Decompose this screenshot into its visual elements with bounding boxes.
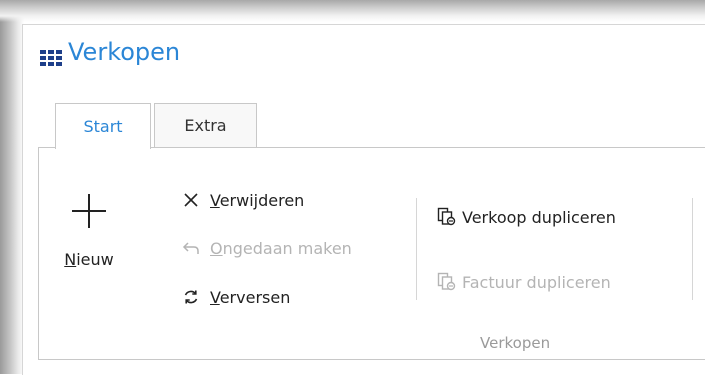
page-title: Verkopen [40,38,180,66]
undo-button-label: Ongedaan maken [210,238,352,258]
duplicate-sale-button[interactable]: Verkoop dupliceren [436,207,616,227]
duplicate-invoice-label: Factuur dupliceren [462,272,611,292]
undo-icon [180,238,202,258]
undo-button[interactable]: Ongedaan maken [180,238,352,258]
new-button-label: Nieuw [64,250,114,269]
ribbon-group-label: Verkopen [480,334,551,352]
ribbon-tabs: Start Extra [55,103,257,149]
refresh-icon [180,287,202,307]
ribbon-separator [692,198,693,300]
duplicate-invoice-button[interactable]: Factuur dupliceren [436,272,611,292]
duplicate-sale-label: Verkoop dupliceren [462,207,616,227]
refresh-button[interactable]: Verversen [180,287,290,307]
ribbon-separator [416,198,417,300]
grid-icon [40,44,62,66]
refresh-button-label: Verversen [210,287,291,307]
close-icon [180,190,202,210]
tab-start[interactable]: Start [55,103,151,149]
duplicate-icon [436,207,458,227]
plus-icon [72,194,106,228]
duplicate-icon [436,272,458,292]
window-shadow-top [0,0,705,22]
ribbon-panel [38,147,705,360]
delete-button-label: Verwijderen [210,190,305,210]
tab-extra[interactable]: Extra [154,103,257,147]
page-title-text: Verkopen [68,38,181,66]
new-button[interactable]: Nieuw [54,190,124,290]
delete-button[interactable]: Verwijderen [180,190,304,210]
